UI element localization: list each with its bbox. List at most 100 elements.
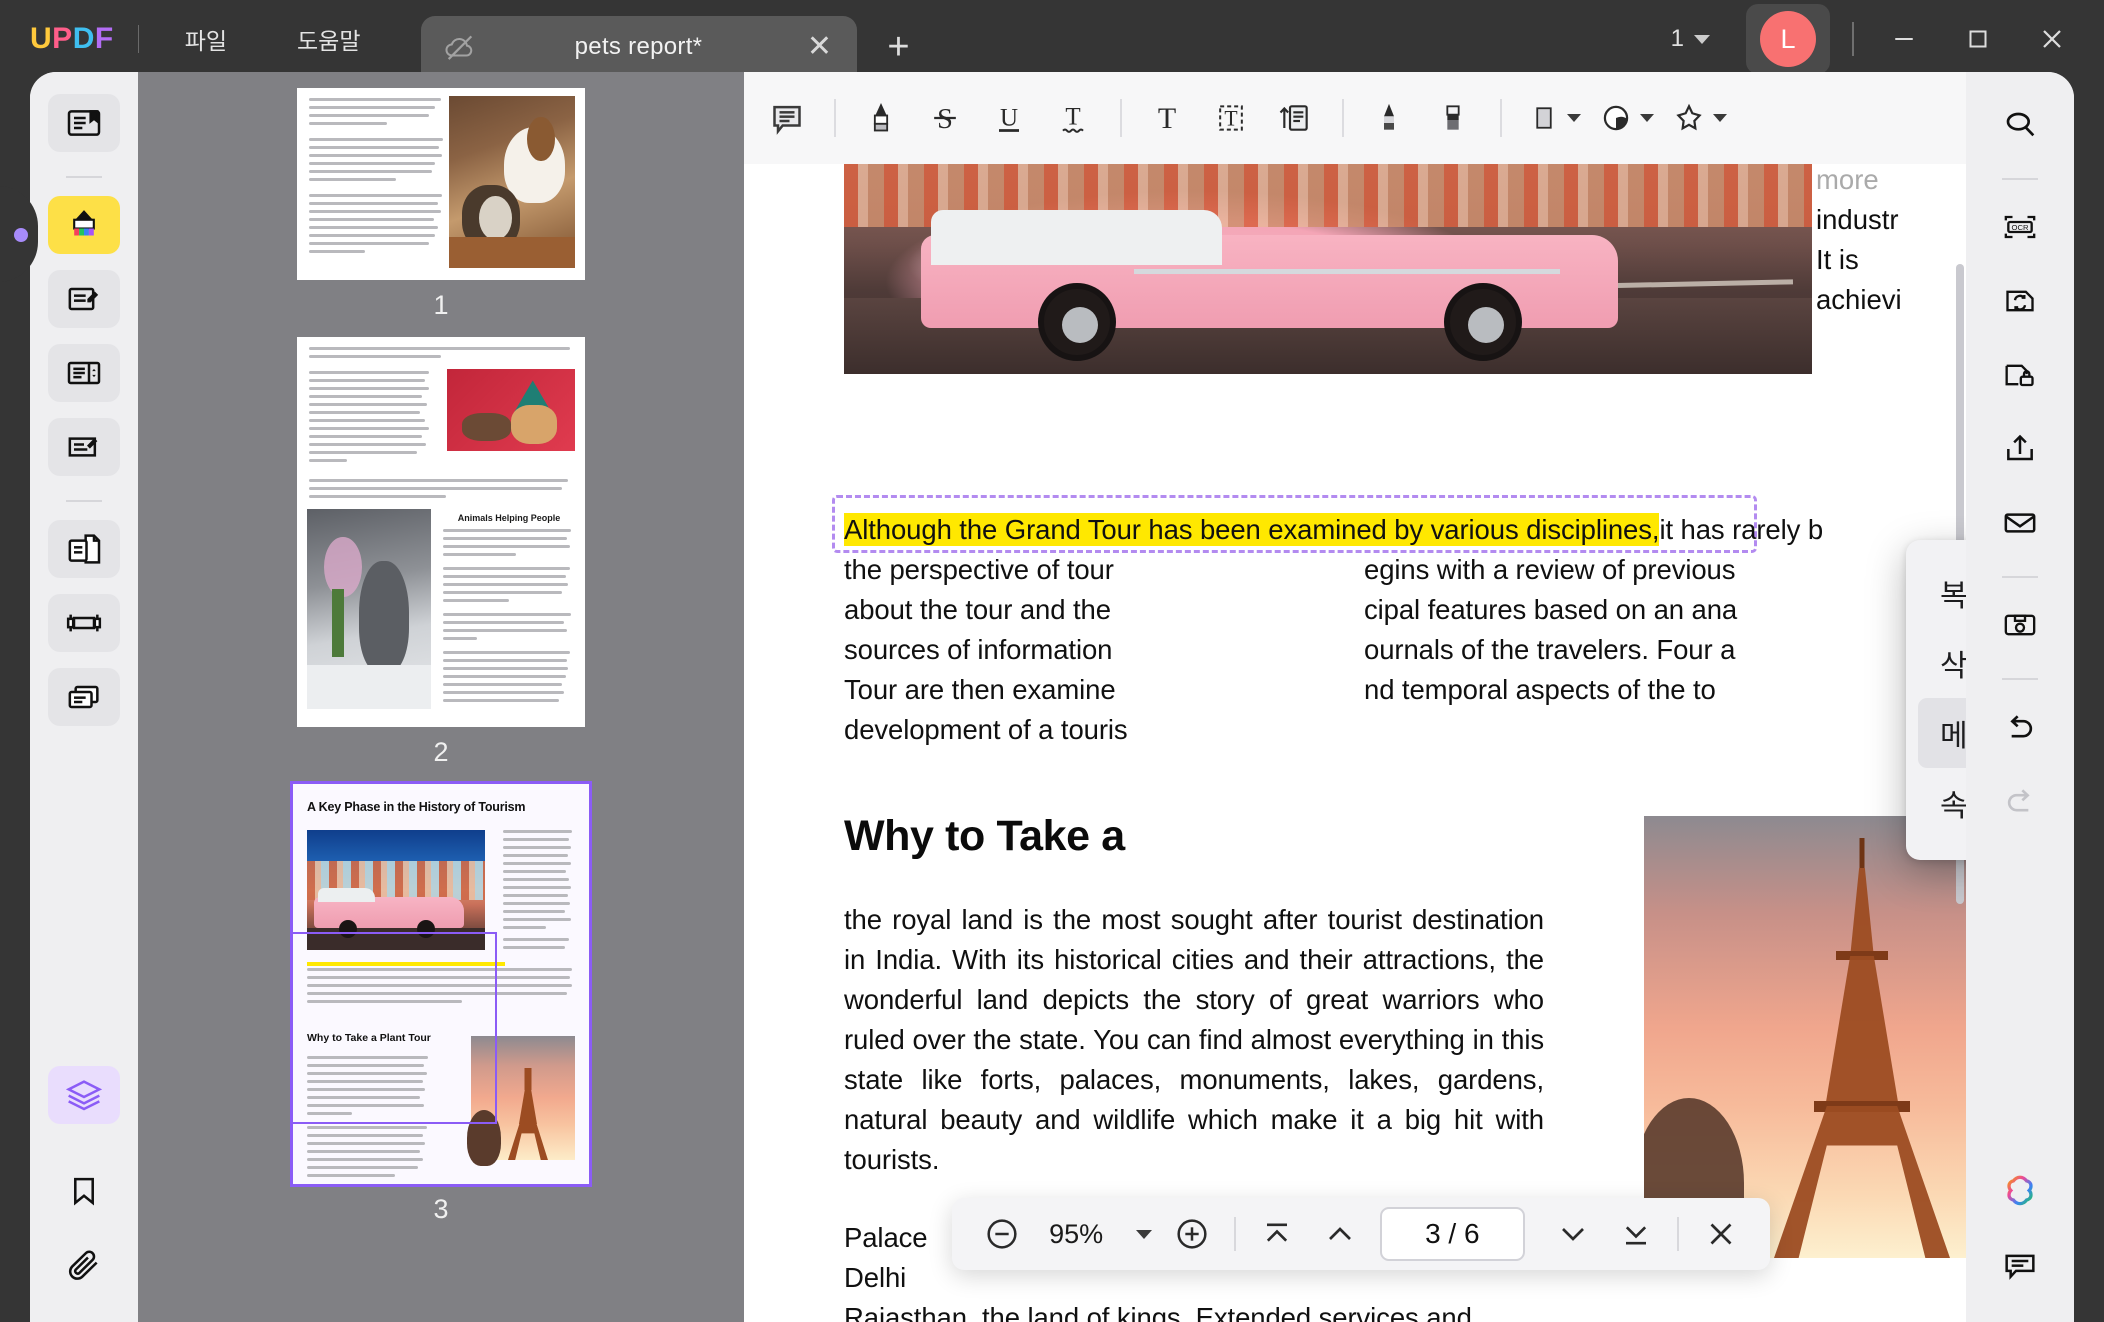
stamp-icon[interactable] xyxy=(1587,87,1660,149)
insert-text-icon[interactable] xyxy=(1264,87,1326,149)
sidebar-reader-icon[interactable] xyxy=(48,94,120,152)
protect-icon[interactable] xyxy=(1984,346,2056,404)
convert-icon[interactable] xyxy=(1984,272,2056,330)
context-menu-copy[interactable]: 복사 Ctrl+C xyxy=(1906,558,1966,628)
svg-text:S: S xyxy=(937,104,953,135)
window-page-selector[interactable]: 1 xyxy=(1657,17,1724,61)
minimize-icon[interactable] xyxy=(1876,11,1932,67)
highlighted-sentence[interactable]: Although the Grand Tour has been examine… xyxy=(844,513,1660,546)
sidebar-convert-icon[interactable] xyxy=(48,520,120,578)
text-box-icon[interactable]: T xyxy=(1136,87,1198,149)
avatar-container[interactable]: L xyxy=(1746,4,1830,74)
logo-letter-d: D xyxy=(72,22,95,55)
zoom-out-button[interactable] xyxy=(974,1206,1029,1262)
sidebar-form-icon[interactable] xyxy=(48,418,120,476)
eiffel-tower-image xyxy=(1644,816,1966,1258)
rail-divider-1 xyxy=(66,176,102,178)
sticker-icon[interactable] xyxy=(1660,87,1733,149)
para1-line-4-right: ournals of the travelers. Four a xyxy=(1364,634,1736,665)
undo-icon[interactable] xyxy=(1984,698,2056,756)
paragraph-2[interactable]: the royal land is the most sought after … xyxy=(844,900,1544,1180)
ai-assistant-icon[interactable] xyxy=(1984,1162,2056,1220)
first-page-button[interactable] xyxy=(1250,1206,1305,1262)
new-tab-button[interactable]: + xyxy=(873,21,925,73)
squiggly-icon[interactable]: T xyxy=(1042,87,1104,149)
thumbnail-page-2[interactable]: Animals Helping People xyxy=(297,337,585,727)
avatar: L xyxy=(1760,11,1816,67)
sticky-note-icon[interactable] xyxy=(756,87,818,149)
right-column-text: more industr It is achievi xyxy=(1816,164,1966,390)
maximize-icon[interactable] xyxy=(1950,11,2006,67)
pencil-icon[interactable] xyxy=(1358,87,1420,149)
svg-text:T: T xyxy=(1224,106,1237,130)
share-icon[interactable] xyxy=(1984,420,2056,478)
rail-divider-2 xyxy=(66,500,102,502)
thumbnail-item-3[interactable]: A Key Phase in the History of Tourism Wh… xyxy=(138,781,744,1225)
thumbnail-1-photo xyxy=(449,96,575,268)
thumbnail-panel[interactable]: 1 Animals Helping People 2 A Key Phase i… xyxy=(138,72,744,1322)
chevron-down-icon xyxy=(1713,114,1727,122)
sidebar-bookmark-icon[interactable] xyxy=(48,1162,120,1220)
thumbnail-item-2[interactable]: Animals Helping People 2 xyxy=(138,337,744,768)
para1-line-3-right: cipal features based on an ana xyxy=(1364,594,1738,625)
sidebar-attachment-icon[interactable] xyxy=(48,1236,120,1294)
thumbnail-page-1[interactable] xyxy=(297,88,585,280)
menu-file[interactable]: 파일 xyxy=(163,16,249,62)
svg-text:T: T xyxy=(1158,102,1176,135)
left-sidebar xyxy=(30,72,138,1322)
context-menu-note[interactable]: 메모 xyxy=(1918,698,1966,768)
toolbar-divider-4 xyxy=(1500,99,1502,137)
tab-pets-report[interactable]: pets report* ✕ xyxy=(420,16,857,78)
logo-letter-f: F xyxy=(94,22,114,55)
para1-line-3-left: about the tour and the xyxy=(844,594,1111,625)
right-col-frag-1: industr xyxy=(1816,204,1899,235)
context-menu[interactable]: 복사 Ctrl+C 삭제 Del 메모 속성... xyxy=(1906,540,1966,860)
chevron-down-icon xyxy=(1567,114,1581,122)
sidebar-layers-icon[interactable] xyxy=(48,1066,120,1124)
zoom-dropdown-button[interactable] xyxy=(1123,1206,1164,1262)
menu-help[interactable]: 도움말 xyxy=(275,16,382,62)
right-col-frag-0: more xyxy=(1816,164,1879,195)
sidebar-batch-icon[interactable] xyxy=(48,668,120,726)
previous-page-button[interactable] xyxy=(1313,1206,1368,1262)
close-toolbar-button[interactable] xyxy=(1693,1206,1748,1262)
toolbar-divider-1 xyxy=(834,99,836,137)
context-menu-properties[interactable]: 속성... xyxy=(1906,768,1966,838)
text-callout-icon[interactable]: T xyxy=(1200,87,1262,149)
email-icon[interactable] xyxy=(1984,494,2056,552)
last-page-button[interactable] xyxy=(1608,1206,1663,1262)
pdf-page-canvas[interactable]: more industr It is achievi Although the … xyxy=(744,164,1966,1322)
next-page-button[interactable] xyxy=(1545,1206,1600,1262)
redo-icon[interactable] xyxy=(1984,772,2056,830)
tab-close-icon[interactable]: ✕ xyxy=(801,28,839,66)
highlight-marker-icon[interactable] xyxy=(850,87,912,149)
window-page-value: 1 xyxy=(1670,25,1684,52)
eraser-icon[interactable] xyxy=(1422,87,1484,149)
annotation-toolbar: S U T T T xyxy=(744,72,1966,164)
context-menu-properties-label: 속성... xyxy=(1940,790,1966,823)
titlebar-right-group: 1 L xyxy=(1657,4,2104,74)
close-icon[interactable] xyxy=(2024,11,2080,67)
thumbnail-page-3[interactable]: A Key Phase in the History of Tourism Wh… xyxy=(290,781,592,1187)
underline-icon[interactable]: U xyxy=(978,87,1040,149)
cloud-slash-icon xyxy=(445,35,472,60)
paragraph-1[interactable]: Although the Grand Tour has been examine… xyxy=(844,510,1966,750)
save-image-icon[interactable] xyxy=(1984,596,2056,654)
title-bar: UPDF 파일 도움말 pets report* ✕ + 1 L xyxy=(0,0,2104,78)
thumbnail-item-1[interactable]: 1 xyxy=(138,88,744,321)
shape-icon[interactable] xyxy=(1516,87,1587,149)
sidebar-page-edit-icon[interactable] xyxy=(48,344,120,402)
sidebar-crop-icon[interactable] xyxy=(48,594,120,652)
chevron-down-icon xyxy=(1640,114,1654,122)
tab-strip: pets report* ✕ + xyxy=(420,0,925,78)
strikethrough-icon[interactable]: S xyxy=(914,87,976,149)
page-number-field[interactable]: 3 / 6 xyxy=(1379,1207,1526,1261)
comment-list-icon[interactable] xyxy=(1984,1236,2056,1294)
search-icon[interactable] xyxy=(1984,96,2056,154)
sidebar-highlight-icon[interactable] xyxy=(48,196,120,254)
zoom-level-value[interactable]: 95% xyxy=(1029,1219,1123,1250)
zoom-in-button[interactable] xyxy=(1165,1206,1220,1262)
sidebar-edit-pdf-icon[interactable] xyxy=(48,270,120,328)
ocr-icon[interactable]: OCR xyxy=(1984,198,2056,256)
context-menu-delete[interactable]: 삭제 Del xyxy=(1906,628,1966,698)
